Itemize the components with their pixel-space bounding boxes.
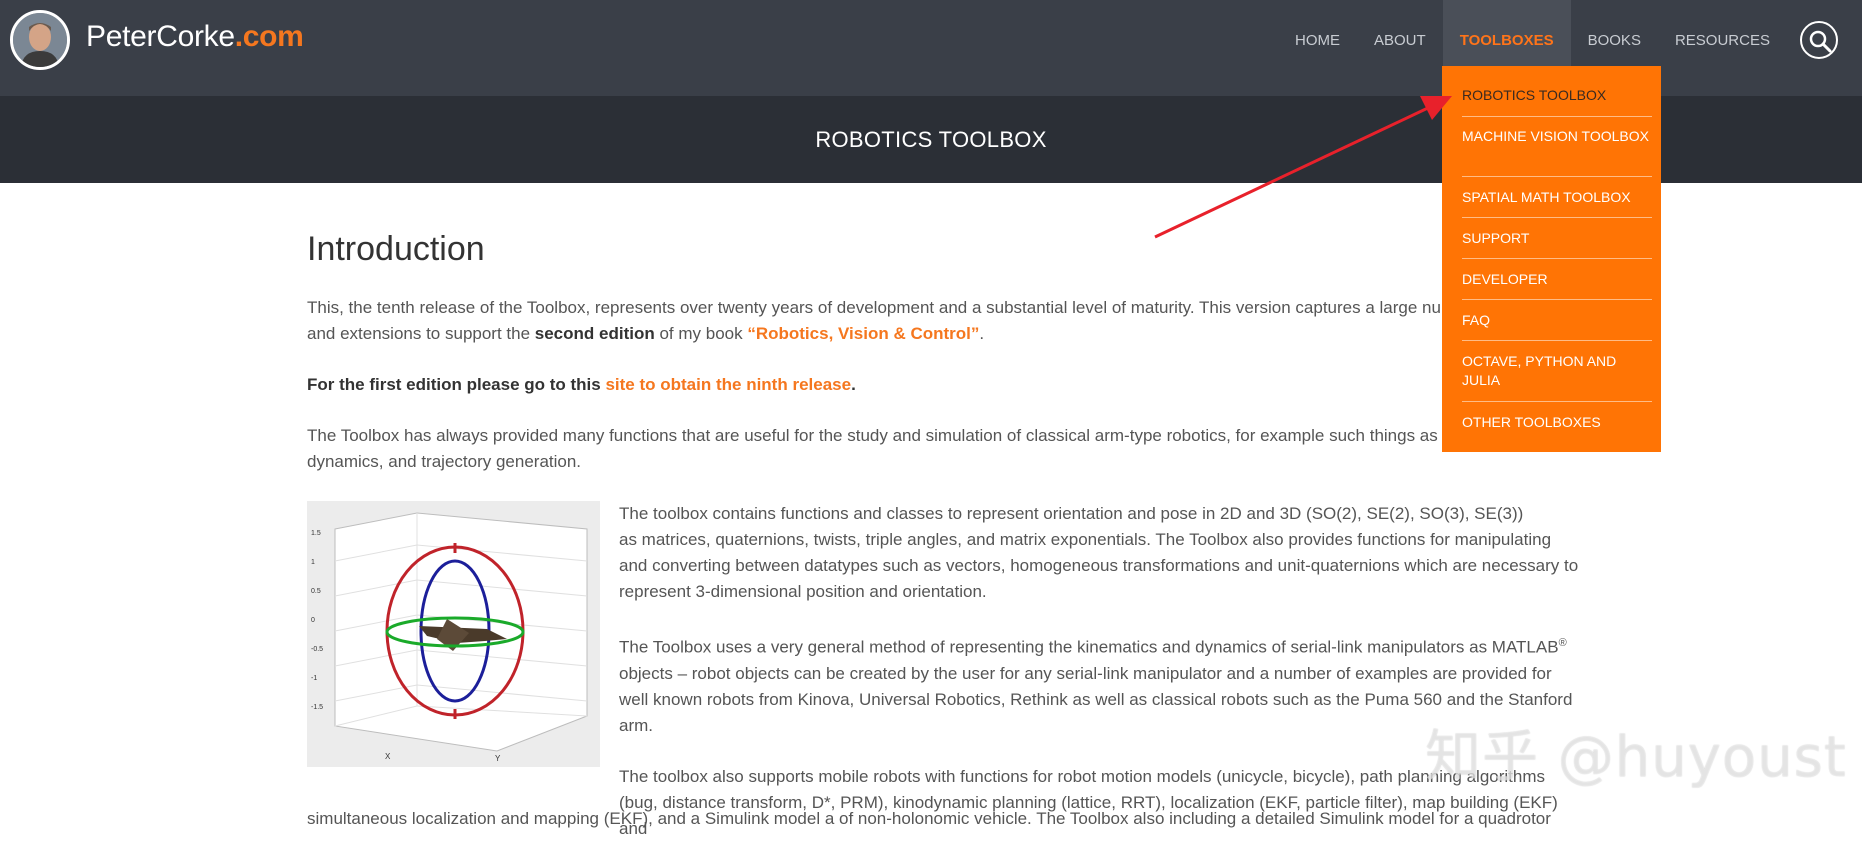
dropdown-spatial-math-toolbox[interactable]: SPATIAL MATH TOOLBOX (1462, 188, 1652, 207)
toolboxes-dropdown: ROBOTICS TOOLBOX MACHINE VISION TOOLBOX … (1442, 66, 1661, 452)
nav-home[interactable]: HOME (1278, 0, 1357, 66)
dropdown-divider (1462, 217, 1652, 218)
figure-tick-label: 0 (311, 617, 315, 624)
dropdown-divider (1462, 401, 1652, 402)
figure-tick-label: -1.5 (311, 704, 323, 711)
dropdown-support[interactable]: SUPPORT (1462, 229, 1652, 248)
mobile-robots-continued: simultaneous localization and mapping (E… (307, 809, 1551, 828)
figure-tick-label: 1 (311, 559, 315, 566)
figure-tick-label: -0.5 (311, 646, 323, 653)
figure-axis-y: Y (495, 754, 501, 763)
avatar[interactable] (10, 10, 70, 70)
search-button[interactable] (1800, 21, 1838, 59)
intro-heading: Introduction (307, 230, 485, 268)
figure-side-text: The toolbox contains functions and class… (619, 501, 1579, 842)
dropdown-divider (1462, 258, 1652, 259)
nav-about[interactable]: ABOUT (1357, 0, 1443, 66)
dropdown-machine-vision-toolbox[interactable]: MACHINE VISION TOOLBOX (1462, 127, 1652, 146)
dropdown-octave-python-julia[interactable]: OCTAVE, PYTHON AND JULIA (1462, 352, 1652, 390)
dropdown-developer[interactable]: DEVELOPER (1462, 270, 1652, 289)
nav-resources[interactable]: RESOURCES (1658, 0, 1787, 66)
book-link[interactable]: “Robotics, Vision & Control” (747, 324, 979, 343)
figure-axis-x: X (385, 752, 391, 761)
dropdown-divider (1462, 340, 1652, 341)
dropdown-divider (1462, 176, 1652, 177)
dropdown-divider (1462, 116, 1652, 117)
dropdown-robotics-toolbox[interactable]: ROBOTICS TOOLBOX (1462, 86, 1652, 105)
nav-books[interactable]: BOOKS (1571, 0, 1658, 66)
toolbox-paragraph: The Toolbox has always provided many fun… (307, 426, 1474, 471)
intro-paragraph: This, the tenth release of the Toolbox, … (307, 298, 1475, 343)
figure-tick-label: -1 (311, 675, 317, 682)
figure-tick-label: 1.5 (311, 530, 321, 537)
dropdown-other-toolboxes[interactable]: OTHER TOOLBOXES (1462, 413, 1652, 432)
kinematics-paragraph: The Toolbox uses a very general method o… (619, 637, 1573, 735)
figure-tick-label: 0.5 (311, 588, 321, 595)
first-edition-paragraph: For the first edition please go to this … (307, 375, 856, 394)
search-icon (1809, 30, 1832, 53)
main-content: Introduction This, the tenth release of … (307, 225, 1562, 475)
ninth-release-link[interactable]: site to obtain the ninth release (605, 375, 851, 394)
site-logo[interactable]: PeterCorke.com (86, 20, 304, 54)
pose-paragraph: The toolbox contains functions and class… (619, 504, 1579, 601)
nav-toolboxes[interactable]: TOOLBOXES (1442, 0, 1571, 66)
dropdown-faq[interactable]: FAQ (1462, 311, 1652, 330)
gimbal-figure: 1.5 1 0.5 0 -0.5 -1 -1.5 X Y (307, 501, 600, 767)
dropdown-divider (1462, 299, 1652, 300)
